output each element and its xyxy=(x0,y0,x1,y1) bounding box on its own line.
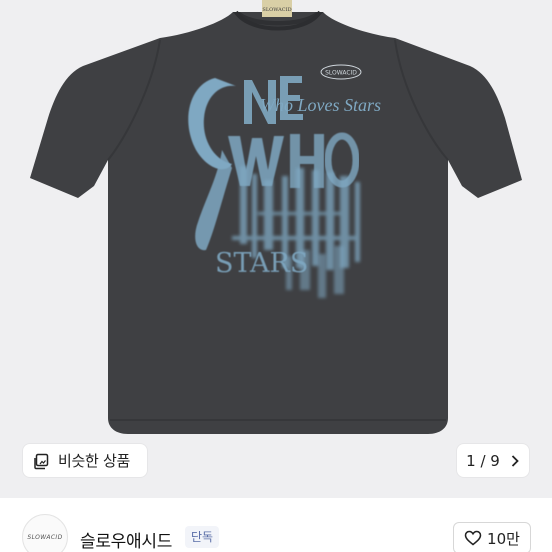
store-logo[interactable]: SLOWACID xyxy=(22,514,68,552)
product-photo: SLOWACID STARS Who Loves Stars SLOWACID xyxy=(30,0,522,434)
print-tagline-text: Who Loves Stars xyxy=(260,95,381,115)
image-page-count: 1 / 9 xyxy=(466,451,500,470)
brand-patch-text: SLOWACID xyxy=(325,70,357,77)
similar-products-label: 비슷한 상품 xyxy=(58,452,130,470)
similar-products-button[interactable]: 비슷한 상품 xyxy=(23,444,147,477)
chevron-right-icon[interactable] xyxy=(510,454,520,468)
tshirt-shape xyxy=(30,0,522,434)
collar-tag-text: SLOWACID xyxy=(262,7,291,13)
heart-outline-icon xyxy=(464,530,482,546)
store-logo-text: SLOWACID xyxy=(27,533,63,541)
store-info-bar: SLOWACID 슬로우애시드 단독 10만 xyxy=(0,498,552,552)
image-pager[interactable]: 1 / 9 xyxy=(457,444,529,477)
similar-products-icon xyxy=(34,453,49,469)
like-button[interactable]: 10만 xyxy=(453,522,531,552)
store-name-link[interactable]: 슬로우애시드 xyxy=(80,527,172,552)
print-stars-text: STARS xyxy=(215,248,308,279)
exclusive-badge: 단독 xyxy=(185,526,220,548)
like-count: 10만 xyxy=(487,529,520,548)
product-image-area[interactable]: SLOWACID STARS Who Loves Stars SLOWACID … xyxy=(0,0,552,498)
